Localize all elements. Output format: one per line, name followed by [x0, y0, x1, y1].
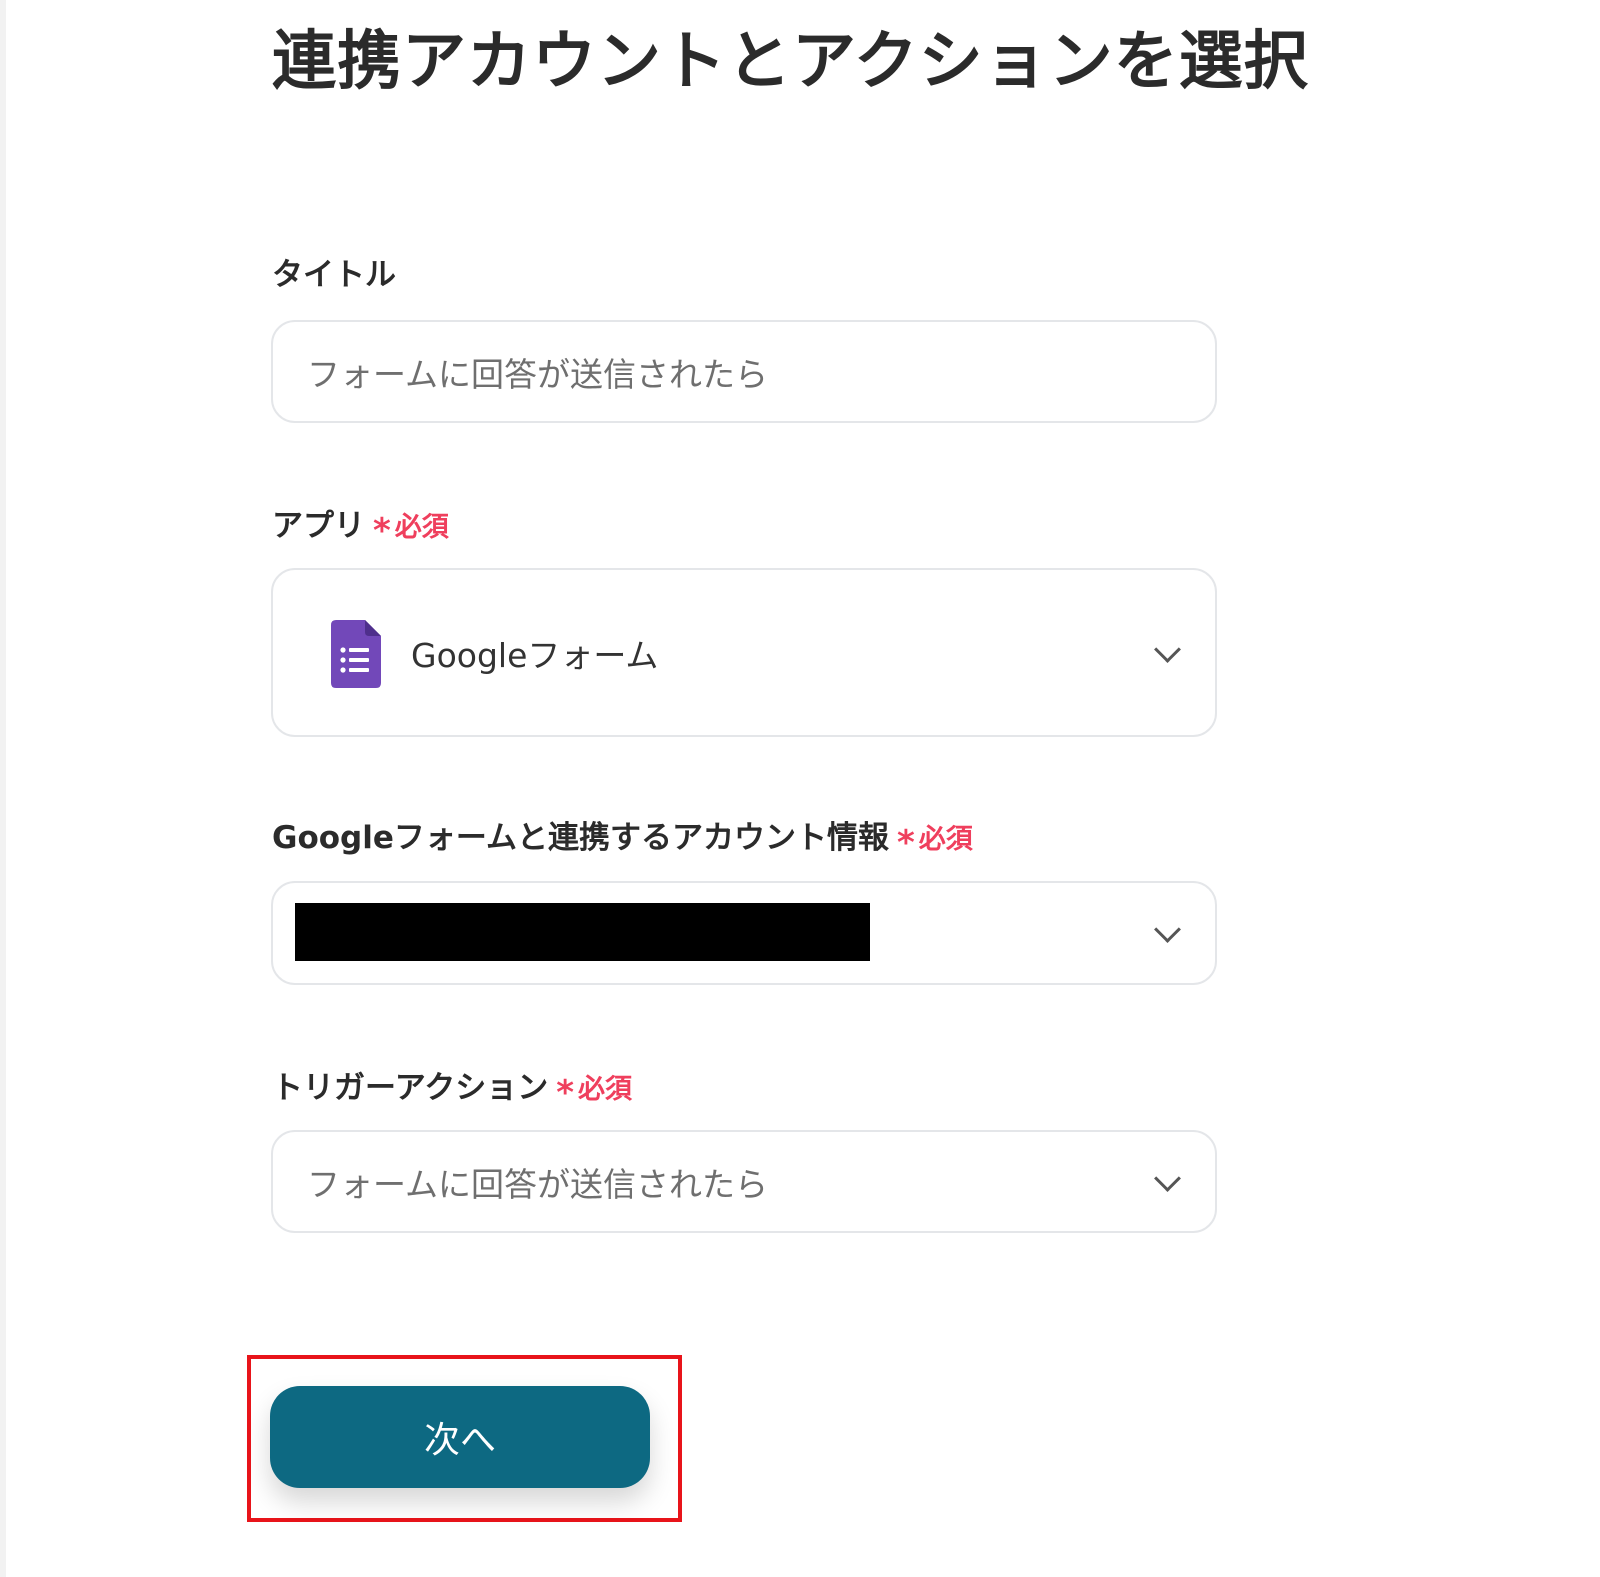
required-asterisk: *: [896, 823, 915, 863]
app-select-value: Googleフォーム: [411, 635, 659, 675]
app-field-label: アプリ * 必須: [272, 505, 449, 551]
required-text: 必須: [918, 824, 973, 855]
chevron-down-icon: [1154, 635, 1181, 663]
chevron-down-icon: [1154, 916, 1181, 943]
required-text: 必須: [394, 512, 449, 543]
required-asterisk: *: [556, 1073, 574, 1113]
required-asterisk: *: [373, 511, 391, 551]
account-label-text: Googleフォームと連携するアカウント情報: [272, 820, 889, 856]
trigger-field-label: トリガーアクション * 必須: [272, 1067, 632, 1113]
trigger-action-select[interactable]: フォームに回答が送信されたら: [271, 1130, 1217, 1233]
redacted-account-value: [295, 903, 870, 961]
title-input[interactable]: フォームに回答が送信されたら: [271, 320, 1217, 423]
title-input-value: フォームに回答が送信されたら: [307, 354, 769, 394]
chevron-down-icon: [1154, 1164, 1181, 1192]
app-label-text: アプリ: [272, 508, 365, 544]
title-label-text: タイトル: [272, 257, 396, 293]
google-forms-icon: [331, 620, 381, 688]
page-title: 連携アカウントとアクションを選択: [272, 25, 1309, 99]
left-edge-divider: [0, 0, 6, 1577]
next-button[interactable]: 次へ: [270, 1386, 650, 1488]
app-select[interactable]: Googleフォーム: [271, 568, 1217, 737]
account-select[interactable]: [271, 881, 1217, 985]
trigger-label-text: トリガーアクション: [272, 1070, 549, 1106]
required-text: 必須: [578, 1074, 632, 1105]
trigger-select-value: フォームに回答が送信されたら: [307, 1164, 769, 1204]
title-field-label: タイトル: [272, 255, 396, 295]
account-field-label: Googleフォームと連携するアカウント情報 * 必須: [272, 817, 973, 863]
